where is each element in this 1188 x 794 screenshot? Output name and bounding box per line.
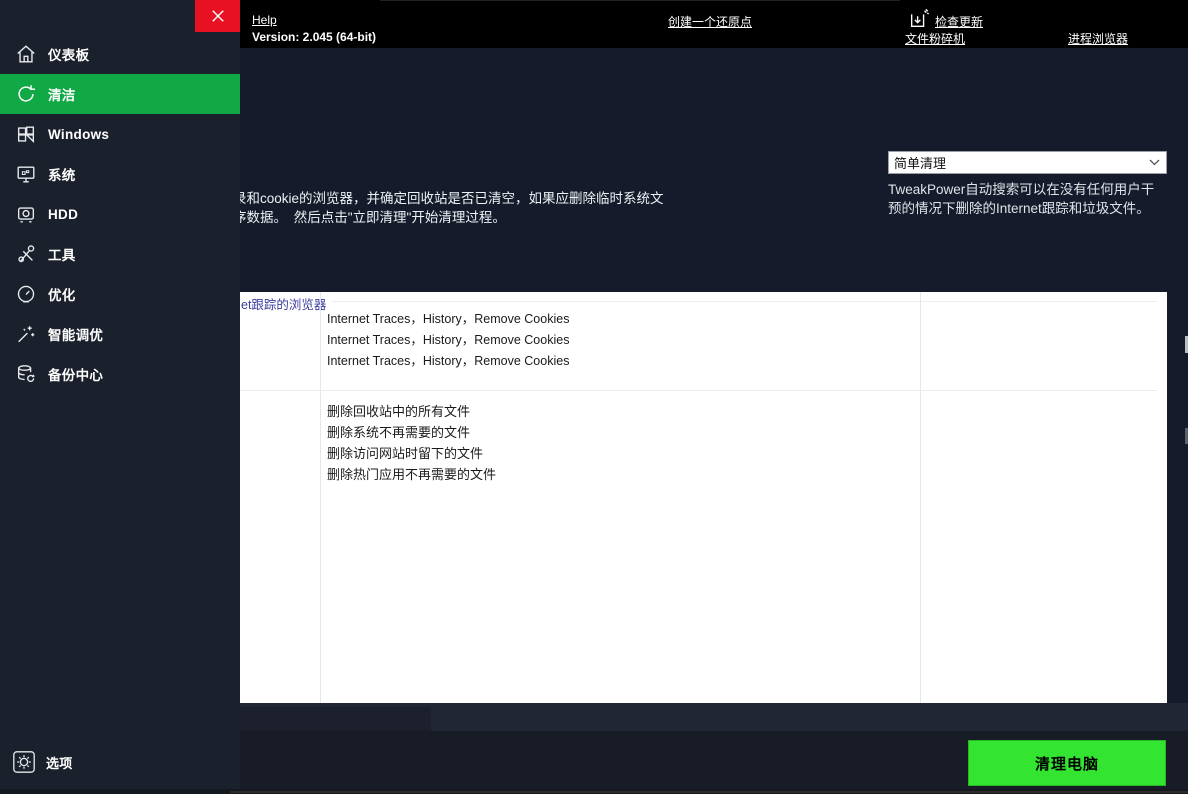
tools-icon (14, 242, 38, 266)
gear-icon (12, 750, 36, 774)
wand-icon (14, 322, 38, 346)
sidebar-item-optimize[interactable]: 优化 (0, 274, 240, 314)
sidebar-item-tools[interactable]: 工具 (0, 234, 240, 274)
sidebar-item-dashboard[interactable]: 仪表板 (0, 34, 240, 74)
sidebar-item-label: Windows (48, 127, 109, 142)
file-shredder-link[interactable]: 文件粉碎机 (905, 30, 965, 47)
screen-edge-artifact (380, 0, 900, 1)
sidebar-item-label: 系统 (48, 164, 76, 184)
sidebar-item-label: 工具 (48, 244, 76, 264)
cleanup-item-row: 删除访问网站时留下的文件 (327, 446, 483, 462)
home-icon (14, 42, 38, 66)
titlebar: Help Version: 2.045 (64-bit) 创建一个还原点 检查更… (240, 0, 1188, 48)
sidebar-item-system[interactable]: 系统 (0, 154, 240, 194)
clean-intro-text: 录和cookie的浏览器，并确定回收站是否已清空，如果应删除临时系统文 序数据。… (233, 190, 713, 227)
clean-computer-button-label: 清理电脑 (1035, 753, 1099, 774)
sidebar-item-windows[interactable]: Windows (0, 114, 240, 154)
cleaning-mode-description: TweakPower自动搜索可以在没有任何用户干 预的情况下删除的Interne… (888, 180, 1178, 218)
cleaning-results-panel: et跟踪的浏览器 Internet Traces，History，Remove … (240, 292, 1167, 703)
windows-icon (14, 122, 38, 146)
cleanup-item-row: 删除热门应用不再需要的文件 (327, 467, 496, 483)
sidebar-item-label: 清洁 (48, 84, 76, 104)
cleaning-mode-select[interactable]: 简单清理 (888, 151, 1167, 174)
sidebar-item-backup-center[interactable]: 备份中心 (0, 354, 240, 394)
backup-icon (14, 362, 38, 386)
cleanup-item-row: 删除系统不再需要的文件 (327, 425, 470, 441)
sidebar-item-smart-tune[interactable]: 智能调优 (0, 314, 240, 354)
gauge-icon (14, 282, 38, 306)
sidebar-item-label: 仪表板 (48, 44, 89, 64)
browser-group-label: et跟踪的浏览器 (241, 294, 326, 313)
app-window: Help Version: 2.045 (64-bit) 创建一个还原点 检查更… (0, 0, 1188, 794)
recycle-icon (14, 82, 38, 106)
sidebar: 仪表板 清洁 Windows 系统 HDD (0, 0, 240, 794)
screen-edge-artifact (230, 791, 1188, 793)
sidebar-item-clean[interactable]: 清洁 (0, 74, 240, 114)
help-link[interactable]: Help (252, 13, 277, 27)
chevron-down-icon (1149, 159, 1160, 166)
cleanup-item-row: 删除回收站中的所有文件 (327, 404, 470, 420)
clean-computer-button[interactable]: 清理电脑 (968, 740, 1166, 786)
monitor-icon (14, 162, 38, 186)
sidebar-item-label: 智能调优 (48, 324, 103, 344)
sidebar-close-button[interactable] (195, 0, 240, 32)
sidebar-item-options[interactable]: 选项 (0, 742, 240, 782)
sidebar-item-label: 备份中心 (48, 364, 103, 384)
check-update-link[interactable]: 检查更新 (935, 13, 983, 30)
close-icon (211, 9, 225, 23)
column-separator (320, 292, 321, 703)
column-separator (920, 292, 921, 703)
status-segment (240, 707, 431, 731)
sidebar-item-label: 选项 (46, 753, 73, 772)
sidebar-item-label: HDD (48, 207, 78, 222)
hdd-icon (14, 202, 38, 226)
sidebar-item-hdd[interactable]: HDD (0, 194, 240, 234)
cleaning-mode-value: 简单清理 (894, 153, 1149, 172)
sidebar-item-label: 优化 (48, 284, 76, 304)
group-divider (332, 301, 1157, 302)
browser-trace-row: Internet Traces，History，Remove Cookies (327, 311, 569, 327)
group-divider (240, 390, 1157, 391)
create-restore-point-link[interactable]: 创建一个还原点 (668, 13, 752, 30)
browser-trace-row: Internet Traces，History，Remove Cookies (327, 353, 569, 369)
process-browser-link[interactable]: 进程浏览器 (1068, 30, 1128, 47)
browser-trace-row: Internet Traces，History，Remove Cookies (327, 332, 569, 348)
version-label: Version: 2.045 (64-bit) (252, 30, 376, 44)
